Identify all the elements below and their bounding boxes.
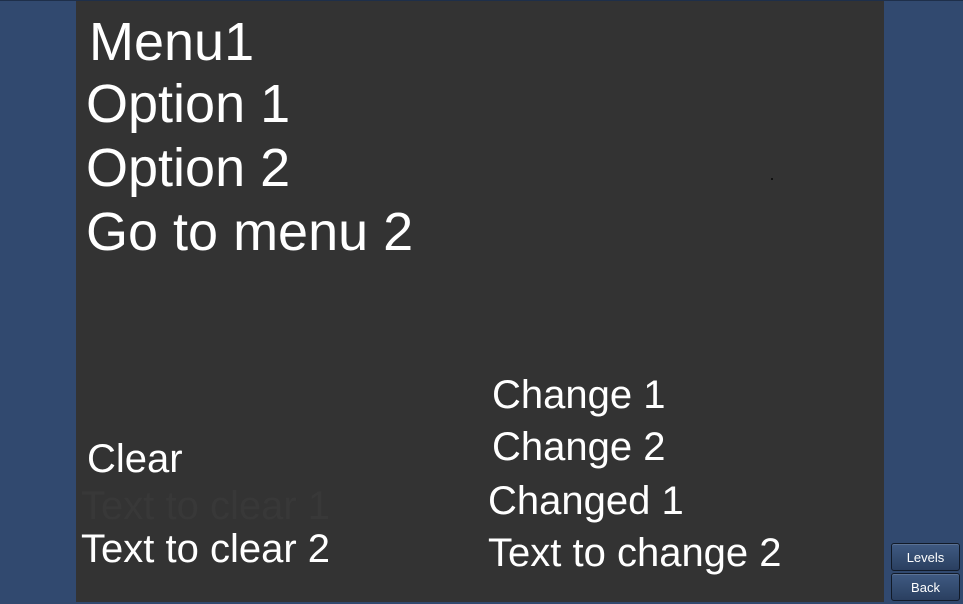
changed-text-1: Changed 1	[488, 479, 684, 523]
levels-button[interactable]: Levels	[891, 543, 960, 571]
back-button[interactable]: Back	[891, 573, 960, 601]
main-panel: Menu1 Option 1 Option 2 Go to menu 2 Cle…	[76, 1, 884, 602]
go-to-menu-2-option[interactable]: Go to menu 2	[86, 205, 413, 259]
change-1-button[interactable]: Change 1	[492, 375, 665, 415]
menu-option-2[interactable]: Option 2	[86, 141, 290, 195]
menu-option-1[interactable]: Option 1	[86, 77, 290, 131]
decorative-dot	[771, 178, 773, 180]
menu-title: Menu1	[89, 12, 255, 72]
clear-button[interactable]: Clear	[87, 439, 183, 479]
text-to-clear-2: Text to clear 2	[81, 527, 331, 571]
text-to-clear-1: Text to clear 1	[81, 484, 331, 528]
app-window: Menu1 Option 1 Option 2 Go to menu 2 Cle…	[0, 0, 963, 604]
change-2-button[interactable]: Change 2	[492, 427, 665, 467]
text-to-change-2: Text to change 2	[488, 531, 782, 575]
